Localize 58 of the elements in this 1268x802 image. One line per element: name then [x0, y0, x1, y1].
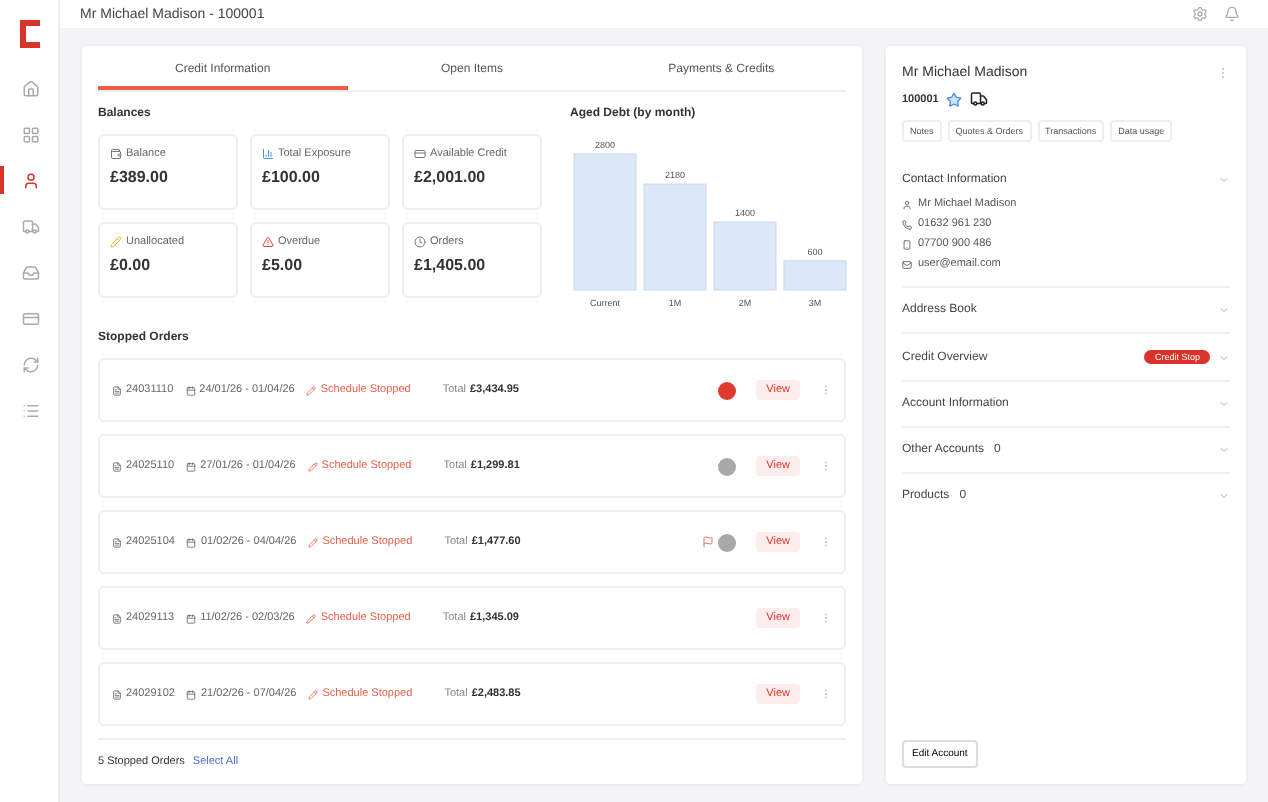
chevron-icon[interactable]: [1218, 490, 1230, 502]
logo: [19, 20, 39, 48]
calendar-icon: [186, 461, 197, 471]
mail-icon: [902, 259, 912, 269]
calendar-icon: [186, 689, 197, 699]
list-icon: [22, 401, 40, 419]
house-icon: [22, 79, 40, 97]
pencil-icon: [306, 613, 317, 623]
bell-icon[interactable]: [1224, 6, 1240, 22]
chevron-icon[interactable]: [1218, 444, 1230, 456]
card-value: £100.00: [262, 168, 322, 186]
grid-icon: [22, 125, 40, 143]
person-icon: [902, 199, 912, 209]
card-value: £1,405.00: [414, 256, 488, 274]
chart-bar: [713, 221, 777, 291]
calendar-icon: [185, 385, 196, 395]
pencil-icon: [308, 537, 319, 547]
status-dot: [718, 457, 737, 475]
calendar-icon: [186, 537, 197, 547]
chart-bar: [573, 153, 637, 291]
inbox-icon: [22, 263, 40, 281]
warning-icon: [262, 236, 274, 248]
clock-icon: [414, 236, 426, 248]
status-dot: [718, 381, 737, 399]
chevron-icon[interactable]: [1218, 174, 1230, 186]
document-icon: [112, 613, 122, 623]
phone-icon: [902, 219, 912, 229]
card-icon: [22, 309, 40, 327]
chevron-icon[interactable]: [1218, 351, 1230, 363]
star-icon: [946, 91, 963, 107]
chart-bar: [783, 260, 847, 291]
refresh-icon: [22, 355, 40, 373]
chart-bar: [643, 183, 707, 291]
document-icon: [112, 461, 122, 471]
truck-icon: [22, 217, 40, 235]
mobile-icon: [902, 239, 912, 249]
card-value: £2,001.00: [414, 168, 488, 186]
document-icon: [112, 537, 122, 547]
pencil-icon: [110, 236, 122, 248]
settings-icon[interactable]: [1192, 6, 1208, 22]
flag-icon: [702, 536, 715, 548]
card-value: £5.00: [262, 256, 305, 274]
status-dot: [718, 533, 737, 551]
document-icon: [112, 385, 122, 395]
pencil-icon: [307, 461, 318, 471]
calendar-icon: [186, 613, 197, 623]
pencil-icon: [306, 385, 317, 395]
card-value: £0.00: [110, 256, 153, 274]
chevron-icon[interactable]: [1218, 398, 1230, 410]
wallet-icon: [110, 148, 122, 160]
person-icon: [22, 171, 40, 189]
document-icon: [112, 689, 122, 699]
card-value: £389.00: [110, 168, 170, 186]
chevron-icon[interactable]: [1218, 304, 1230, 316]
bar-chart-icon: [262, 148, 274, 160]
truck-icon: [970, 90, 989, 108]
pencil-icon: [308, 689, 319, 699]
card-icon: [414, 148, 426, 160]
